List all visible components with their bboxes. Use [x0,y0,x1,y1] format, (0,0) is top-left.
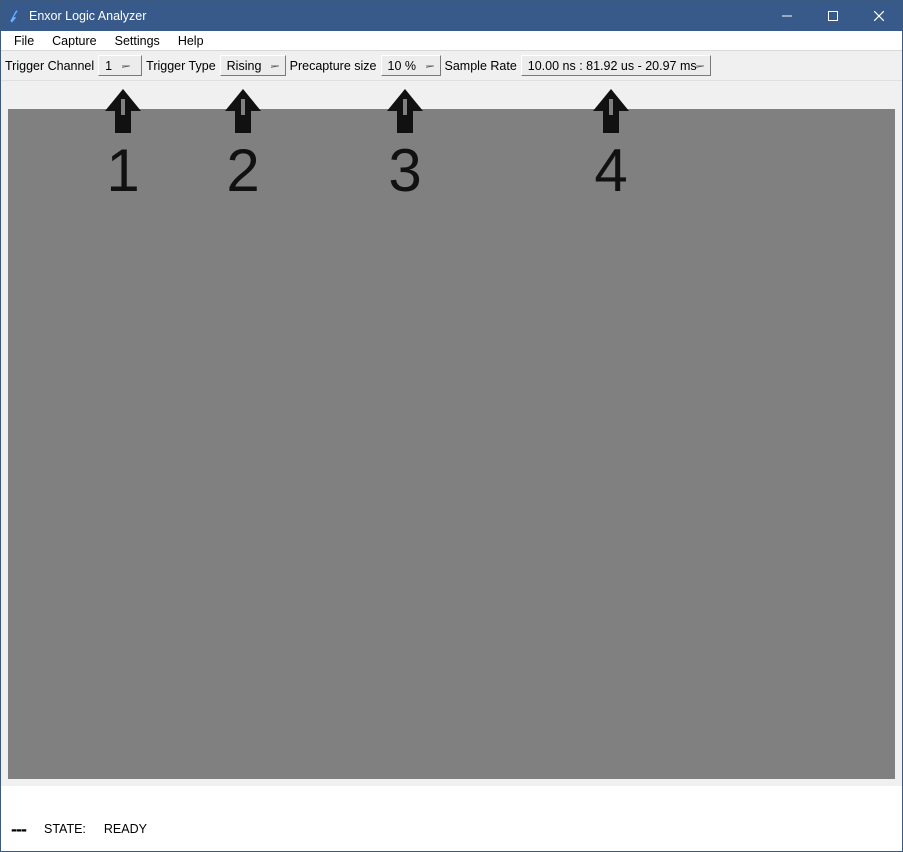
menu-file[interactable]: File [5,33,43,49]
trigger-type-value: Rising [227,59,262,73]
sample-rate-dropdown[interactable]: 10.00 ns : 81.92 us - 20.97 ms [521,55,711,76]
menu-help[interactable]: Help [169,33,213,49]
annotation-1-label: 1 [101,141,145,201]
arrow-up-icon [101,89,145,139]
annotation-2-label: 2 [221,141,265,201]
precapture-size-value: 10 % [388,59,417,73]
annotation-1: 1 [101,89,145,201]
arrow-up-icon [589,89,633,139]
state-label: STATE: [44,822,86,836]
menu-bar: File Capture Settings Help [1,31,902,51]
chevron-down-icon [118,62,132,70]
waveform-canvas[interactable]: 1 2 3 4 [8,109,895,779]
arrow-up-icon [221,89,265,139]
status-bar: --- STATE: READY [1,807,902,851]
annotation-4-label: 4 [589,141,633,201]
arrow-up-icon [383,89,427,139]
app-icon [7,8,23,24]
annotation-3: 3 [383,89,427,201]
minimize-button[interactable] [764,1,810,31]
menu-capture[interactable]: Capture [43,33,105,49]
maximize-button[interactable] [810,1,856,31]
menu-settings[interactable]: Settings [106,33,169,49]
trigger-channel-value: 1 [105,59,112,73]
chevron-down-icon [703,62,706,70]
status-indicator: --- [11,819,26,840]
annotation-4: 4 [589,89,633,201]
annotation-3-label: 3 [383,141,427,201]
trigger-channel-label: Trigger Channel [5,59,94,73]
state-value: READY [104,822,147,836]
trigger-type-label: Trigger Type [146,59,215,73]
precapture-size-dropdown[interactable]: 10 % [381,55,441,76]
chevron-down-icon [422,62,436,70]
toolbar: Trigger Channel 1 Trigger Type Rising Pr… [1,51,902,81]
sample-rate-value: 10.00 ns : 81.92 us - 20.97 ms [528,59,697,73]
close-button[interactable] [856,1,902,31]
precapture-size-label: Precapture size [290,59,377,73]
sample-rate-label: Sample Rate [445,59,517,73]
annotation-2: 2 [221,89,265,201]
title-bar: Enxor Logic Analyzer [1,1,902,31]
window-title: Enxor Logic Analyzer [29,9,146,23]
trigger-type-dropdown[interactable]: Rising [220,55,286,76]
canvas-wrap: 1 2 3 4 [1,81,902,786]
trigger-channel-dropdown[interactable]: 1 [98,55,142,76]
chevron-down-icon [267,62,280,70]
